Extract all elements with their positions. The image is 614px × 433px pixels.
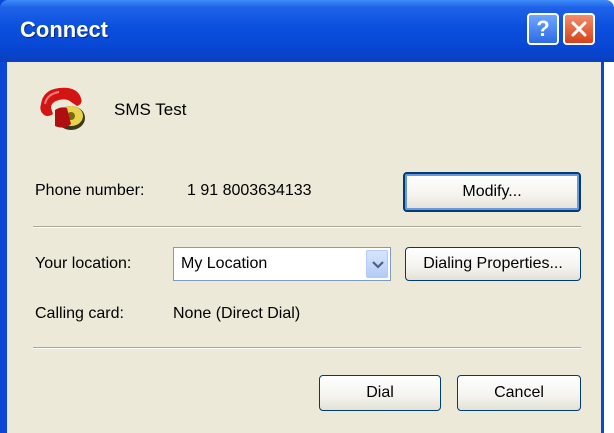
dial-button-label: Dial — [366, 384, 394, 401]
red-telephone-icon — [40, 87, 85, 130]
location-label: Your location: — [35, 255, 132, 272]
chevron-down-icon — [372, 261, 384, 269]
calling-card-label: Calling card: — [35, 305, 124, 322]
modify-button[interactable]: Modify... — [403, 172, 581, 212]
location-dropdown-arrow[interactable] — [366, 250, 388, 278]
dial-button[interactable]: Dial — [319, 375, 441, 411]
dialog-body: SMS Test Phone number: 1 91 8003634133 M… — [7, 62, 601, 433]
close-icon — [571, 21, 587, 37]
phone-number-value: 1 91 8003634133 — [187, 182, 312, 199]
dialing-properties-label: Dialing Properties... — [423, 255, 563, 272]
cancel-button[interactable]: Cancel — [457, 375, 581, 411]
separator — [33, 226, 581, 228]
help-button[interactable]: ? — [527, 13, 559, 45]
cancel-button-label: Cancel — [494, 384, 544, 401]
phone-number-label: Phone number: — [35, 182, 145, 199]
window-title: Connect — [20, 17, 108, 42]
calling-card-value: None (Direct Dial) — [173, 305, 301, 322]
separator — [33, 347, 581, 349]
help-icon: ? — [536, 16, 550, 41]
modify-button-label: Modify... — [462, 183, 522, 200]
location-selected: My Location — [181, 255, 268, 272]
entry-name: SMS Test — [114, 100, 187, 119]
close-button[interactable] — [563, 13, 595, 45]
location-dropdown[interactable]: My Location — [173, 247, 391, 281]
title-bar[interactable]: Connect ? — [0, 0, 614, 62]
dialing-properties-button[interactable]: Dialing Properties... — [405, 247, 581, 281]
